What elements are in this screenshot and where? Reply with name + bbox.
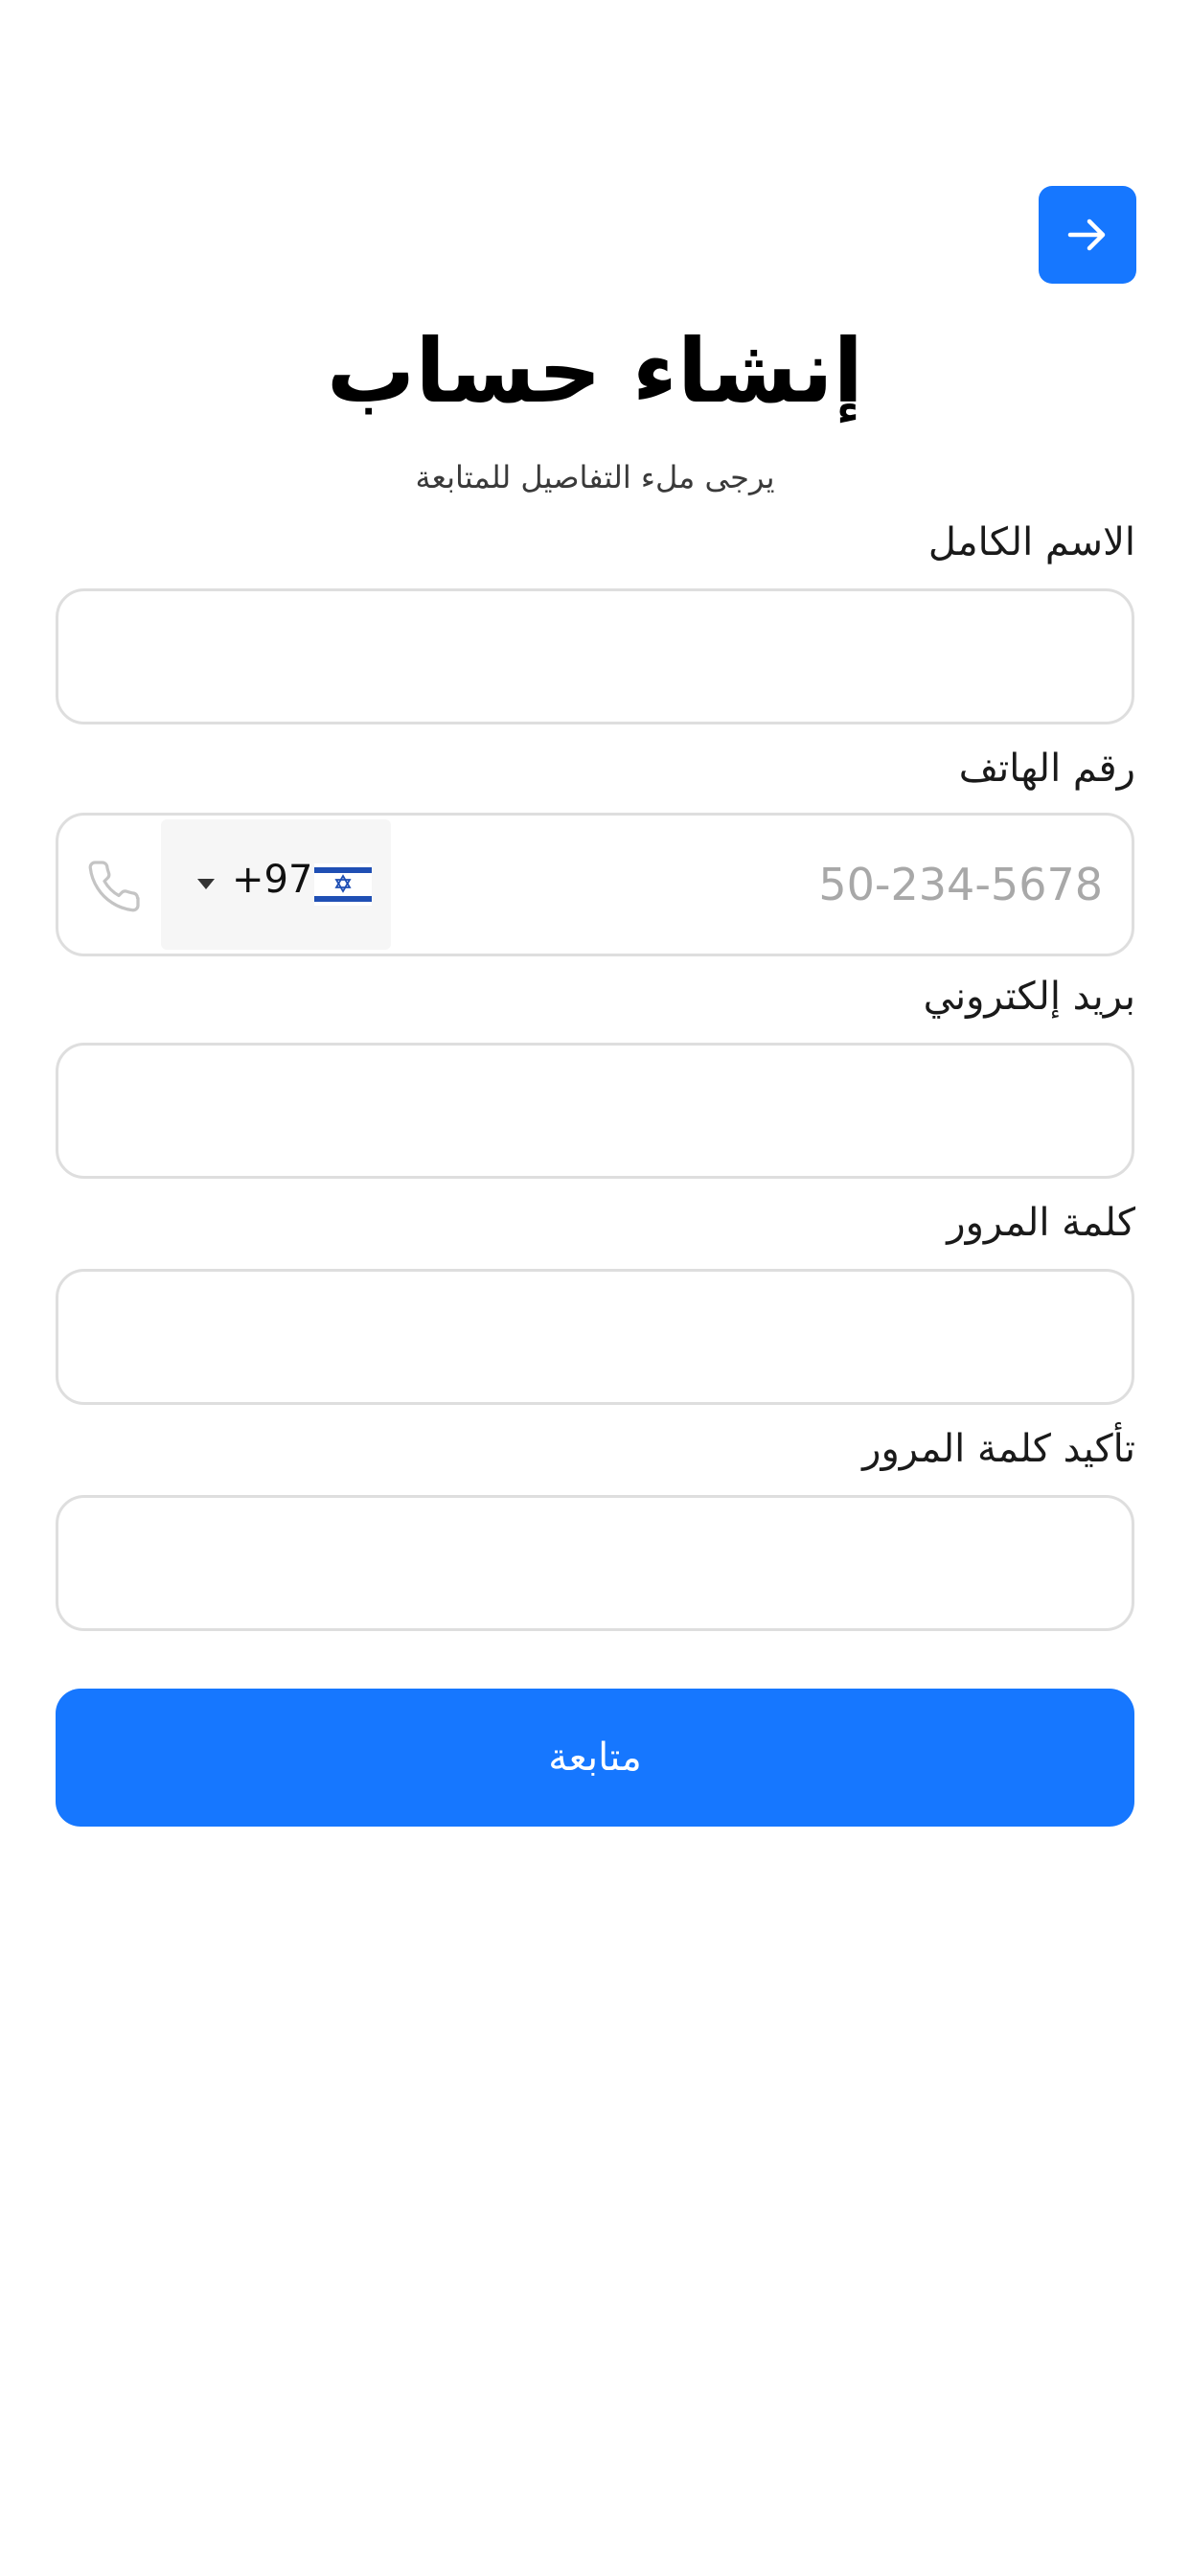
country-code-picker[interactable]: +972 (161, 819, 391, 950)
email-label: بريد إلكتروني (923, 975, 1135, 1019)
confirm-password-input[interactable] (58, 1498, 1132, 1628)
phone-label: رقم الهاتف (958, 747, 1135, 791)
phone-input[interactable] (403, 835, 1103, 934)
full-name-input[interactable] (58, 591, 1132, 722)
arrow-right-icon (1067, 218, 1106, 251)
phone-icon (88, 861, 140, 912)
phone-field[interactable]: +972 (56, 813, 1134, 956)
confirm-password-field[interactable] (56, 1495, 1134, 1631)
full-name-field[interactable] (56, 588, 1134, 724)
page-title: إنشاء حساب (326, 320, 864, 423)
email-input[interactable] (58, 1046, 1132, 1176)
confirm-password-label: تأكيد كلمة المرور (862, 1427, 1135, 1471)
page-subtitle: يرجى ملء التفاصيل للمتابعة (415, 459, 775, 495)
email-field[interactable] (56, 1043, 1134, 1179)
israel-flag-icon (314, 863, 372, 906)
full-name-label: الاسم الكامل (927, 520, 1135, 564)
back-button[interactable] (1039, 186, 1136, 284)
continue-button[interactable]: متابعة (56, 1689, 1134, 1827)
password-label: كلمة المرور (947, 1201, 1135, 1245)
password-input[interactable] (58, 1272, 1132, 1402)
password-field[interactable] (56, 1269, 1134, 1405)
caret-down-icon (197, 879, 215, 889)
